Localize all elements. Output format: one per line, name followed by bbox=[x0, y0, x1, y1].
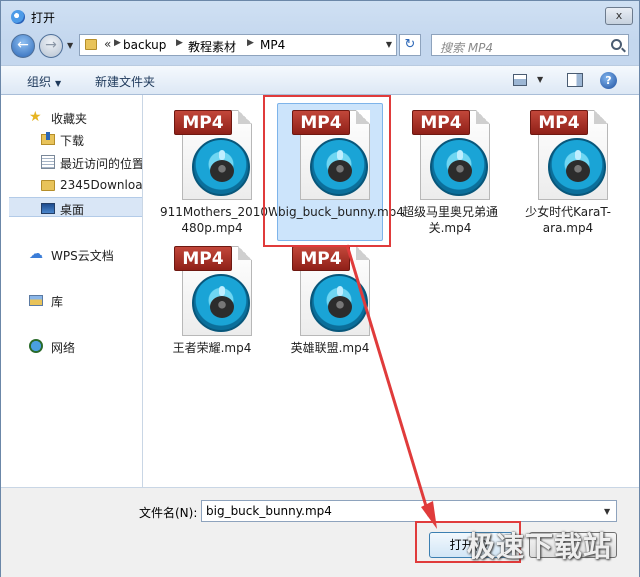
file-list[interactable]: MP4 911Mothers_2010W-480p.mp4 MP4 big_bu… bbox=[143, 95, 639, 487]
title-bar: 打开 x bbox=[1, 1, 639, 31]
file-name: 911Mothers_2010W-480p.mp4 bbox=[160, 205, 284, 235]
filename-dropdown-icon[interactable]: ▼ bbox=[604, 507, 610, 516]
window-title: 打开 bbox=[31, 11, 56, 25]
mp4-badge: MP4 bbox=[412, 110, 470, 135]
change-view-icon[interactable] bbox=[513, 74, 527, 86]
nav-library[interactable]: 库 bbox=[1, 290, 142, 310]
chevron-right-icon: ▶ bbox=[114, 38, 121, 48]
nav-recent-places[interactable]: 最近访问的位置 bbox=[1, 152, 142, 172]
open-file-dialog: 打开 x ← → ▼ « ▶ backup ▶ 教程素材 ▶ MP4 ▼ ↻ 搜… bbox=[0, 0, 640, 577]
nav-downloads[interactable]: 下载 bbox=[1, 129, 142, 149]
star-icon: ★ bbox=[29, 109, 42, 125]
breadcrumb-tutorial[interactable]: 教程素材 bbox=[188, 38, 236, 55]
back-arrow-icon: ← bbox=[17, 37, 29, 53]
search-placeholder: 搜索 MP4 bbox=[440, 41, 494, 55]
new-folder-button[interactable]: 新建文件夹 bbox=[95, 73, 155, 90]
filename-label: 文件名(N): bbox=[139, 506, 198, 520]
search-input[interactable]: 搜索 MP4 bbox=[431, 34, 629, 56]
nav-network[interactable]: 网络 bbox=[1, 336, 142, 356]
address-dropdown-icon[interactable]: ▼ bbox=[386, 40, 392, 49]
search-icon[interactable] bbox=[611, 39, 622, 50]
mp4-badge: MP4 bbox=[174, 246, 232, 271]
downloads-folder-icon bbox=[41, 132, 55, 145]
refresh-button[interactable]: ↻ bbox=[399, 34, 421, 56]
breadcrumb-mp4[interactable]: MP4 bbox=[260, 38, 285, 52]
chevron-right-icon[interactable]: ▶ bbox=[176, 38, 183, 48]
mp4-badge: MP4 bbox=[530, 110, 588, 135]
navigation-pane: ★ 收藏夹 下载 最近访问的位置 2345Downloads 桌面 ☁ WPS云… bbox=[1, 95, 143, 487]
command-toolbar: 组织 ▼ 新建文件夹 ▼ ? bbox=[1, 65, 639, 95]
organize-label: 组织 bbox=[27, 75, 52, 89]
nav-downloads-label: 下载 bbox=[60, 134, 85, 148]
file-item[interactable]: MP4 少女时代KaraT-ara.mp4 bbox=[515, 103, 621, 241]
file-item[interactable]: MP4 超级马里奥兄弟通关.mp4 bbox=[397, 103, 503, 241]
file-name: 英雄联盟.mp4 bbox=[290, 341, 370, 355]
close-button[interactable]: x bbox=[605, 7, 633, 25]
breadcrumb-overflow[interactable]: « bbox=[104, 37, 111, 51]
file-item[interactable]: MP4 英雄联盟.mp4 bbox=[277, 239, 383, 377]
preview-pane-icon[interactable] bbox=[567, 73, 583, 87]
mp4-file-icon: MP4 bbox=[174, 108, 254, 202]
nav-wps-label: WPS云文档 bbox=[51, 249, 114, 263]
nav-favorites-label: 收藏夹 bbox=[51, 112, 88, 126]
nav-desktop[interactable]: 桌面 bbox=[9, 197, 142, 217]
nav-network-label: 网络 bbox=[51, 341, 76, 355]
nav-wps-cloud[interactable]: ☁ WPS云文档 bbox=[1, 244, 142, 264]
file-item[interactable]: MP4 911Mothers_2010W-480p.mp4 bbox=[159, 103, 284, 241]
file-name: 少女时代KaraT-ara.mp4 bbox=[525, 205, 611, 235]
organize-menu[interactable]: 组织 ▼ bbox=[27, 73, 61, 90]
nav-desktop-label: 桌面 bbox=[60, 203, 85, 217]
file-name: 超级马里奥兄弟通关.mp4 bbox=[401, 205, 498, 235]
view-options-dropdown-icon[interactable]: ▼ bbox=[537, 75, 543, 84]
watermark: 极速下载站 bbox=[467, 530, 613, 563]
nav-2345-label: 2345Downloads bbox=[60, 178, 142, 192]
network-icon bbox=[29, 339, 43, 353]
chevron-down-icon: ▼ bbox=[55, 79, 62, 88]
chevron-right-icon[interactable]: ▶ bbox=[247, 38, 254, 48]
recent-pages-dropdown-icon[interactable]: ▼ bbox=[67, 41, 73, 50]
cloud-icon: ☁ bbox=[29, 246, 43, 262]
forward-arrow-icon: → bbox=[45, 37, 57, 53]
nav-library-label: 库 bbox=[51, 295, 64, 309]
breadcrumb-backup[interactable]: backup bbox=[123, 38, 166, 52]
desktop-icon bbox=[41, 203, 55, 214]
mp4-file-icon: MP4 bbox=[292, 244, 372, 338]
folder-icon bbox=[41, 180, 55, 191]
folder-icon bbox=[85, 39, 97, 50]
mp4-badge: MP4 bbox=[292, 246, 350, 271]
app-icon bbox=[11, 10, 25, 24]
help-icon[interactable]: ? bbox=[600, 72, 617, 89]
forward-button[interactable]: → bbox=[39, 34, 63, 58]
highlight-box-file bbox=[263, 95, 391, 247]
library-icon bbox=[29, 295, 43, 306]
mp4-file-icon: MP4 bbox=[530, 108, 610, 202]
recent-places-icon bbox=[41, 155, 55, 169]
back-button[interactable]: ← bbox=[11, 34, 35, 58]
mp4-file-icon: MP4 bbox=[412, 108, 492, 202]
mp4-file-icon: MP4 bbox=[174, 244, 254, 338]
mp4-badge: MP4 bbox=[174, 110, 232, 135]
address-bar[interactable]: « ▶ backup ▶ 教程素材 ▶ MP4 ▼ bbox=[79, 34, 397, 56]
refresh-icon: ↻ bbox=[404, 37, 416, 52]
file-item[interactable]: MP4 王者荣耀.mp4 bbox=[159, 239, 265, 377]
file-name: 王者荣耀.mp4 bbox=[172, 341, 252, 355]
nav-favorites[interactable]: ★ 收藏夹 bbox=[1, 107, 142, 127]
nav-2345downloads[interactable]: 2345Downloads bbox=[1, 175, 142, 195]
filename-input[interactable]: big_buck_bunny.mp4 bbox=[201, 500, 617, 522]
nav-recent-label: 最近访问的位置 bbox=[60, 157, 142, 171]
